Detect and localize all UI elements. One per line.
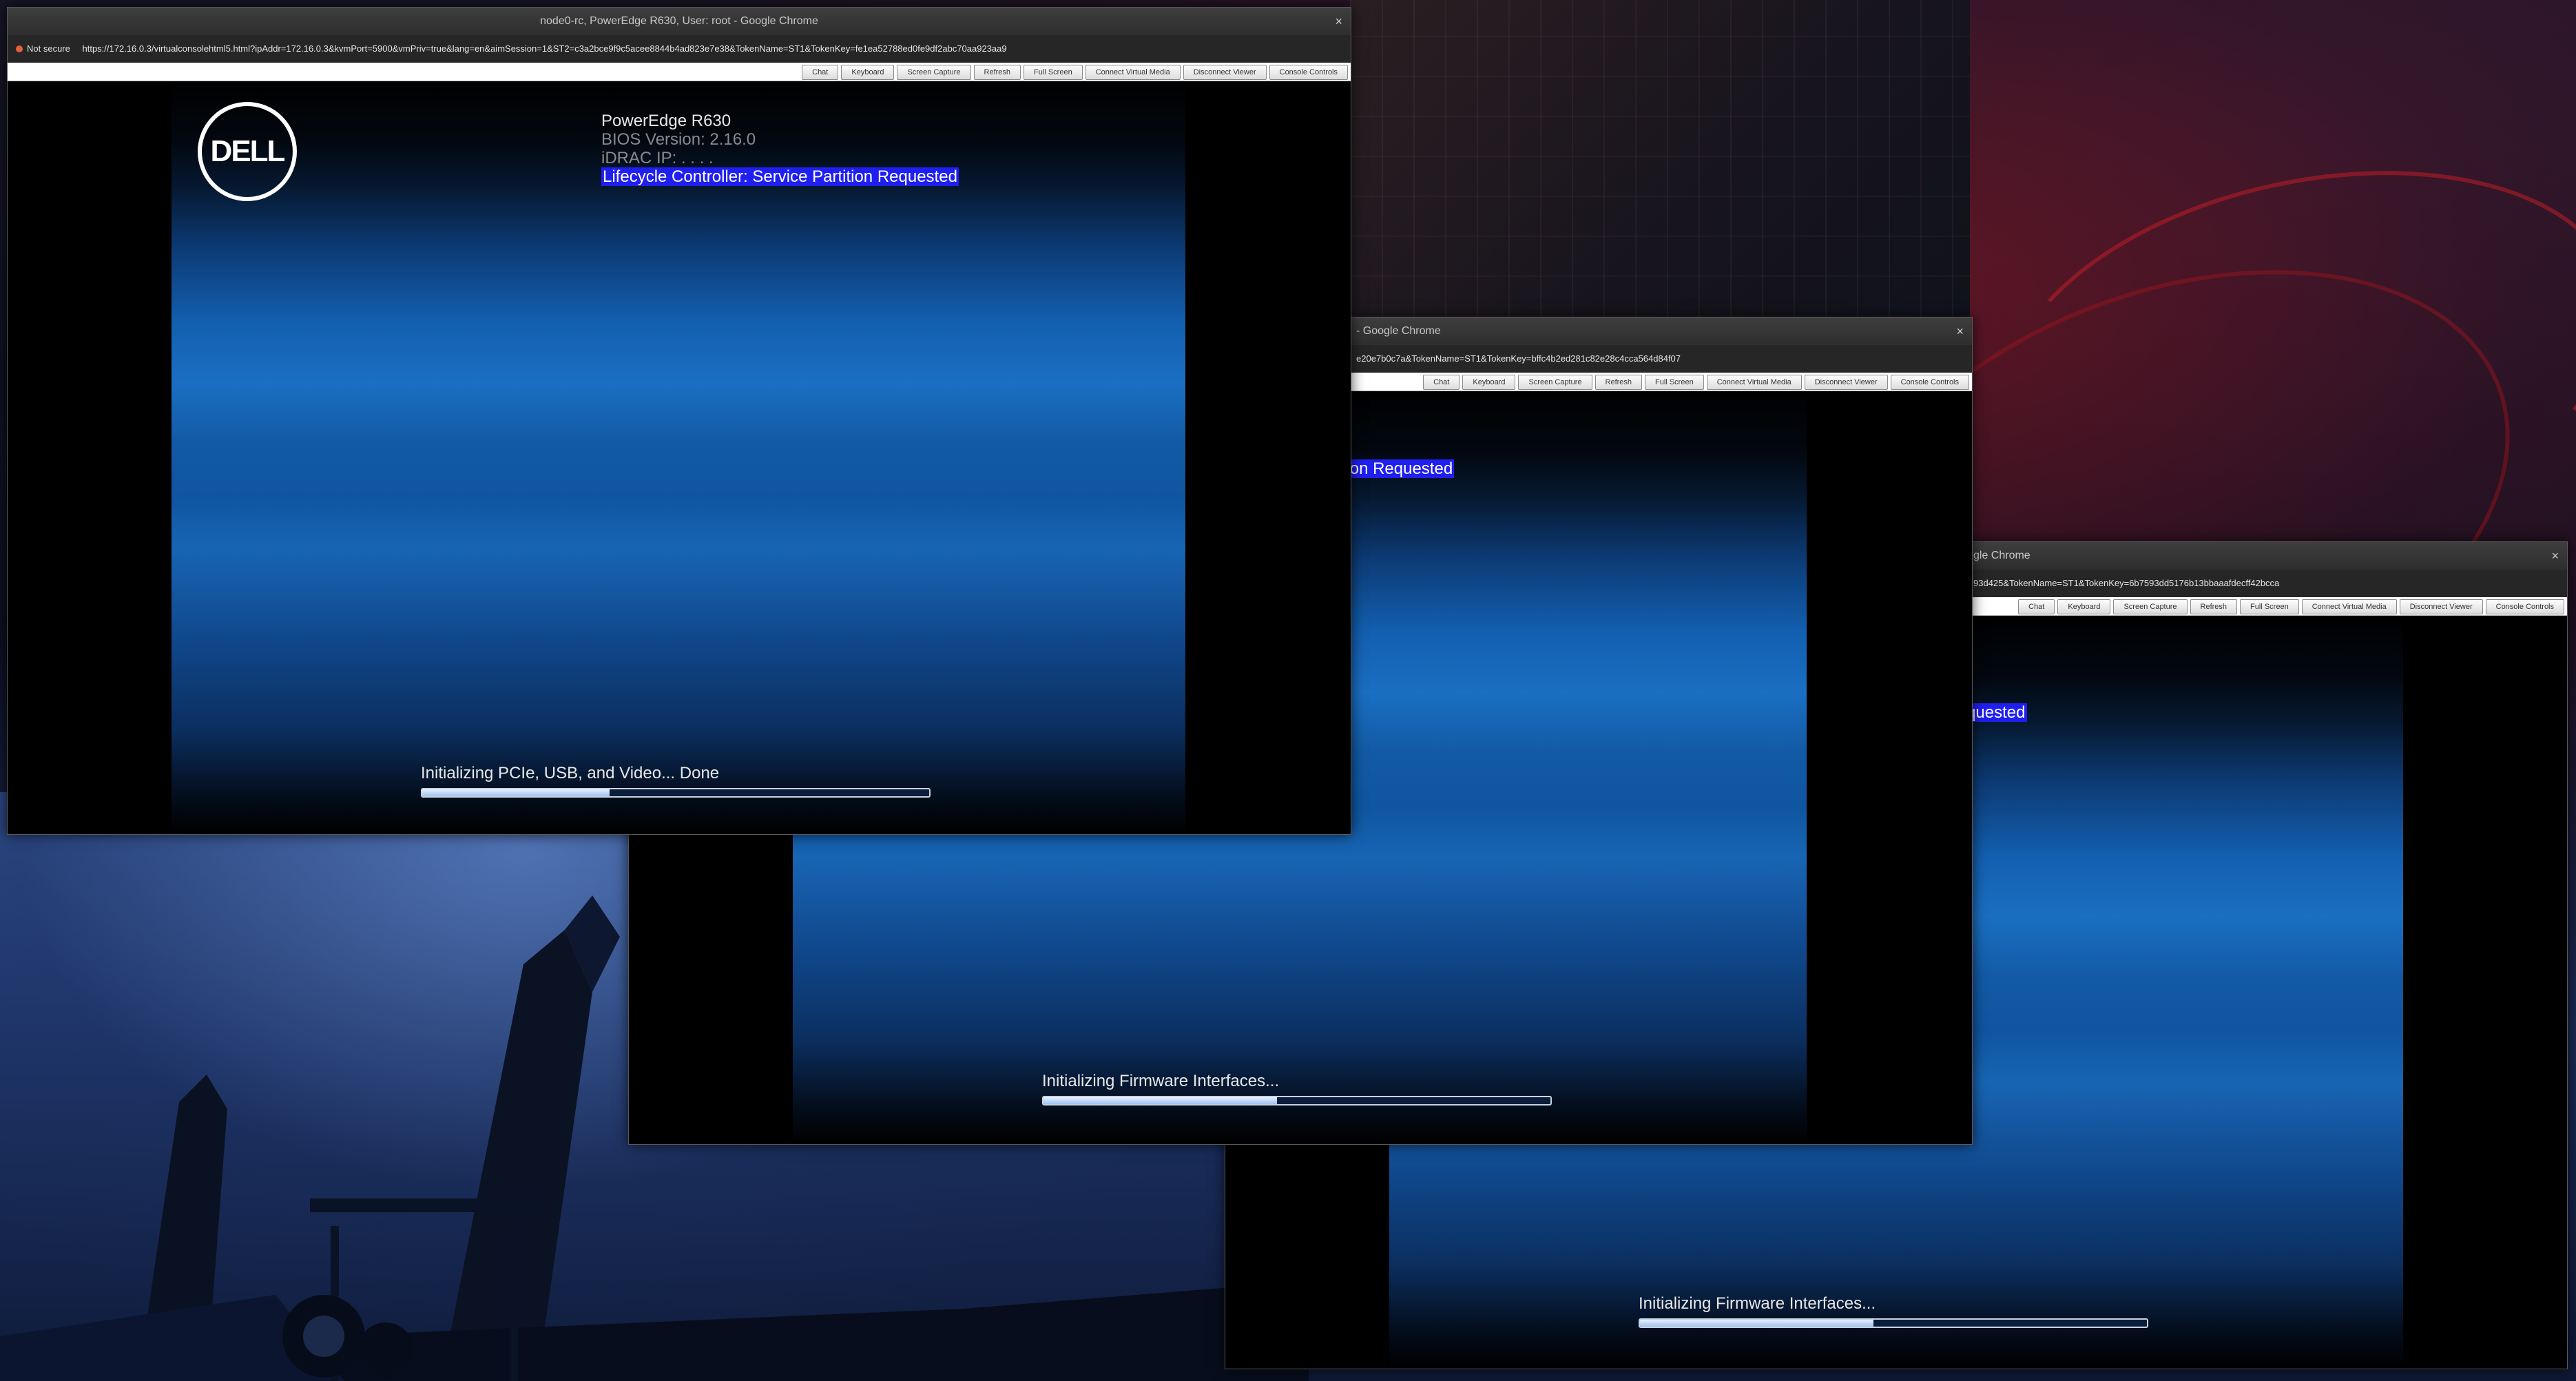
address-bar[interactable]: Not secure https://172.16.0.3/virtualcon… (8, 35, 1351, 63)
keyboard-button[interactable]: Keyboard (2057, 599, 2111, 614)
url-text: e20e7b0c7a&TokenName=ST1&TokenKey=bffc4b… (1356, 353, 1681, 364)
toolbar-buttons: Chat Keyboard Screen Capture Refresh Ful… (1423, 375, 1969, 390)
chrome-window-node0[interactable]: node0-rc, PowerEdge R630, User: root - G… (7, 7, 1351, 835)
window-title: node0-rc, PowerEdge R630, User: root - G… (540, 15, 818, 27)
keyboard-button[interactable]: Keyboard (1462, 375, 1516, 390)
boot-status-text: Initializing Firmware Interfaces... (1042, 1072, 1280, 1090)
full-screen-button[interactable]: Full Screen (1645, 375, 1704, 390)
console-controls-button[interactable]: Console Controls (1890, 375, 1969, 390)
chat-button[interactable]: Chat (1423, 375, 1460, 390)
progress-fill (1640, 1320, 1873, 1327)
console-controls-button[interactable]: Console Controls (2485, 599, 2564, 614)
toolbar-buttons: Chat Keyboard Screen Capture Refresh Ful… (2018, 599, 2564, 614)
url-text: 93d425&TokenName=ST1&TokenKey=6b7593dd51… (1973, 578, 2280, 588)
virtual-console[interactable]: DELL PowerEdge R630 BIOS Version: 2.16.0… (8, 81, 1351, 834)
url-text: https://172.16.0.3/virtualconsolehtml5.h… (82, 43, 1007, 54)
refresh-button[interactable]: Refresh (1595, 375, 1643, 390)
full-screen-button[interactable]: Full Screen (1024, 65, 1083, 80)
boot-progress-bar (421, 788, 931, 798)
connect-virtual-media-button[interactable]: Connect Virtual Media (1706, 375, 1802, 390)
toolbar-buttons: Chat Keyboard Screen Capture Refresh Ful… (802, 65, 1348, 80)
keyboard-button[interactable]: Keyboard (841, 65, 895, 80)
progress-fill (1043, 1097, 1277, 1104)
lifecycle-controller-status: Lifecycle Controller: Service Partition … (601, 167, 959, 186)
idrac-ip: iDRAC IP: . . . . (601, 149, 714, 167)
wallpaper-circuit-panel (1350, 0, 1970, 317)
not-secure-badge[interactable]: Not secure (16, 43, 73, 54)
progress-fill (422, 789, 610, 796)
bios-model: PowerEdge R630 (601, 112, 731, 130)
boot-progress-bar (1042, 1096, 1552, 1105)
boot-progress-bar (1639, 1318, 2148, 1328)
chat-button[interactable]: Chat (802, 65, 839, 80)
refresh-button[interactable]: Refresh (2190, 599, 2238, 614)
console-toolbar: Chat Keyboard Screen Capture Refresh Ful… (8, 63, 1351, 81)
boot-status-text: Initializing PCIe, USB, and Video... Don… (421, 764, 720, 782)
window-title: gle Chrome (1973, 550, 2030, 561)
boot-screen: DELL PowerEdge R630 BIOS Version: 2.16.0… (172, 81, 1185, 834)
close-icon[interactable]: × (2551, 542, 2559, 570)
screen-capture-button[interactable]: Screen Capture (1518, 375, 1592, 390)
bios-version: BIOS Version: 2.16.0 (601, 130, 756, 149)
screen-capture-button[interactable]: Screen Capture (2113, 599, 2188, 614)
close-icon[interactable]: × (1335, 8, 1342, 35)
warning-icon (16, 45, 23, 52)
window-titlebar[interactable]: node0-rc, PowerEdge R630, User: root - G… (8, 8, 1351, 35)
boot-status-text: Initializing Firmware Interfaces... (1639, 1294, 1876, 1313)
full-screen-button[interactable]: Full Screen (2240, 599, 2299, 614)
not-secure-label: Not secure (27, 43, 70, 54)
window-title: - Google Chrome (1356, 325, 1441, 337)
console-controls-button[interactable]: Console Controls (1269, 65, 1348, 80)
refresh-button[interactable]: Refresh (973, 65, 1021, 80)
bios-info: PowerEdge R630 BIOS Version: 2.16.0 iDRA… (601, 112, 959, 186)
disconnect-viewer-button[interactable]: Disconnect Viewer (1804, 375, 1888, 390)
dell-logo: DELL (198, 102, 297, 201)
connect-virtual-media-button[interactable]: Connect Virtual Media (1085, 65, 1181, 80)
disconnect-viewer-button[interactable]: Disconnect Viewer (1183, 65, 1267, 80)
screen-capture-button[interactable]: Screen Capture (897, 65, 971, 80)
chat-button[interactable]: Chat (2018, 599, 2055, 614)
close-icon[interactable]: × (1956, 318, 1964, 345)
disconnect-viewer-button[interactable]: Disconnect Viewer (2399, 599, 2483, 614)
connect-virtual-media-button[interactable]: Connect Virtual Media (2301, 599, 2397, 614)
